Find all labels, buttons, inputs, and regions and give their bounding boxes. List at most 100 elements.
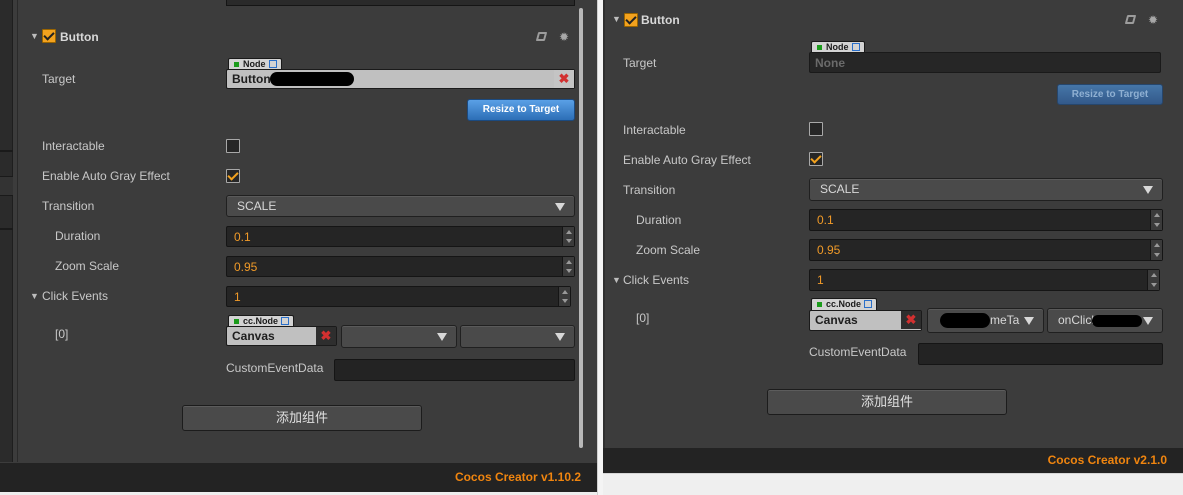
event-node-tag: cc.Node xyxy=(811,298,878,310)
left-edge-divider xyxy=(0,228,13,230)
component-enable-checkbox[interactable] xyxy=(624,13,638,27)
zoom-scale-input[interactable]: 0.95 xyxy=(226,256,575,277)
auto-gray-checkbox[interactable] xyxy=(226,169,240,183)
component-title: Button xyxy=(641,13,680,27)
custom-event-data-input[interactable] xyxy=(334,359,575,381)
link-icon[interactable] xyxy=(281,317,290,325)
duration-stepper[interactable] xyxy=(562,227,574,246)
zoom-scale-value: 0.95 xyxy=(234,260,258,274)
collapse-arrow-icon[interactable]: ▼ xyxy=(612,14,621,24)
interactable-checkbox[interactable] xyxy=(226,139,240,153)
target-node-value: None xyxy=(815,56,845,70)
resize-to-target-button[interactable]: Resize to Target xyxy=(467,99,575,121)
remove-icon[interactable]: ✖ xyxy=(316,327,336,345)
desktop-background xyxy=(603,473,1183,495)
event-index-label: [0] xyxy=(55,327,69,341)
duration-input[interactable]: 0.1 xyxy=(809,209,1163,231)
add-component-button[interactable]: 添加组件 xyxy=(767,389,1007,415)
caret-down-icon xyxy=(555,333,565,341)
click-events-label: Click Events xyxy=(42,289,109,303)
zoom-scale-stepper[interactable] xyxy=(1150,240,1162,260)
gear-icon[interactable]: ✹ xyxy=(559,31,569,43)
node-tag-label: Node xyxy=(826,42,849,52)
footer-bar: Cocos Creator v1.10.2 xyxy=(0,463,597,492)
click-events-count: 1 xyxy=(817,273,824,287)
target-label: Target xyxy=(42,72,76,86)
transition-label: Transition xyxy=(623,183,676,197)
event-index-label: [0] xyxy=(636,311,650,325)
caret-down-icon xyxy=(555,203,565,211)
event-component-select[interactable] xyxy=(341,325,457,348)
interactable-label: Interactable xyxy=(623,123,686,137)
transition-value: SCALE xyxy=(820,182,860,196)
left-edge-panel xyxy=(0,0,13,462)
redaction-mark xyxy=(940,313,990,328)
caret-down-icon xyxy=(1143,317,1153,325)
auto-gray-label: Enable Auto Gray Effect xyxy=(623,153,751,167)
interactable-label: Interactable xyxy=(42,139,105,153)
transition-select[interactable]: SCALE xyxy=(226,195,575,217)
resize-to-target-button[interactable]: Resize to Target xyxy=(1057,84,1163,105)
scrollbar[interactable] xyxy=(579,8,583,448)
click-events-label: Click Events xyxy=(623,273,690,287)
zoom-scale-label: Zoom Scale xyxy=(636,243,701,257)
auto-gray-label: Enable Auto Gray Effect xyxy=(42,169,170,183)
custom-event-data-label: CustomEventData xyxy=(226,361,324,375)
node-tag-label: Node xyxy=(243,59,266,69)
event-handler-select[interactable] xyxy=(460,325,575,348)
redaction-mark xyxy=(270,72,354,86)
click-events-stepper[interactable] xyxy=(1147,270,1159,290)
link-icon[interactable] xyxy=(864,300,873,308)
event-node-field[interactable]: Canvas ✖ xyxy=(226,326,337,346)
duration-input[interactable]: 0.1 xyxy=(226,226,575,247)
transition-value: SCALE xyxy=(237,199,277,213)
zoom-scale-input[interactable]: 0.95 xyxy=(809,239,1163,261)
auto-gray-checkbox[interactable] xyxy=(809,152,823,166)
link-icon[interactable] xyxy=(851,43,860,51)
caret-down-icon xyxy=(1143,186,1153,194)
click-events-count-input[interactable]: 1 xyxy=(226,286,571,307)
interactable-checkbox[interactable] xyxy=(809,122,823,136)
component-title: Button xyxy=(60,30,99,44)
custom-event-data-input[interactable] xyxy=(918,343,1163,365)
add-component-button[interactable]: 添加组件 xyxy=(182,405,422,431)
event-node-value: Canvas xyxy=(232,329,275,343)
target-node-value: Button xyxy=(232,72,271,86)
left-edge-divider xyxy=(0,150,13,152)
zoom-scale-value: 0.95 xyxy=(817,243,841,257)
target-node-field[interactable]: None xyxy=(809,52,1161,73)
redaction-mark xyxy=(1092,315,1142,327)
duration-label: Duration xyxy=(55,229,101,243)
version-label: Cocos Creator v2.1.0 xyxy=(1047,453,1167,467)
event-node-field[interactable]: Canvas ✖ xyxy=(809,310,922,331)
caret-down-icon xyxy=(1024,317,1034,325)
click-events-stepper[interactable] xyxy=(558,287,570,306)
version-label: Cocos Creator v1.10.2 xyxy=(454,470,581,484)
target-label: Target xyxy=(623,56,657,70)
transition-label: Transition xyxy=(42,199,95,213)
top-cutoff-field xyxy=(226,0,575,6)
right-window-inner-border xyxy=(603,0,605,473)
node-tag-label: cc.Node xyxy=(826,299,862,309)
duration-stepper[interactable] xyxy=(1150,210,1162,230)
duration-value: 0.1 xyxy=(817,213,834,227)
zoom-scale-label: Zoom Scale xyxy=(55,259,120,273)
click-events-arrow-icon[interactable]: ▼ xyxy=(612,275,621,285)
zoom-scale-stepper[interactable] xyxy=(562,257,574,276)
remove-icon[interactable]: ✖ xyxy=(901,311,921,329)
remove-icon[interactable]: ✖ xyxy=(554,70,574,88)
component-enable-checkbox[interactable] xyxy=(42,29,56,43)
gear-icon[interactable]: ✹ xyxy=(1148,14,1158,26)
click-events-count-input[interactable]: 1 xyxy=(809,269,1160,291)
left-edge-divider xyxy=(0,176,13,196)
transition-select[interactable]: SCALE xyxy=(809,178,1163,201)
collapse-arrow-icon[interactable]: ▼ xyxy=(30,31,39,41)
click-events-count: 1 xyxy=(234,290,241,304)
footer-bar: Cocos Creator v2.1.0 xyxy=(603,448,1183,473)
duration-value: 0.1 xyxy=(234,230,251,244)
link-icon[interactable] xyxy=(268,60,277,68)
duration-label: Duration xyxy=(636,213,682,227)
click-events-arrow-icon[interactable]: ▼ xyxy=(30,291,39,301)
node-tag-label: cc.Node xyxy=(243,316,279,326)
caret-down-icon xyxy=(437,333,447,341)
